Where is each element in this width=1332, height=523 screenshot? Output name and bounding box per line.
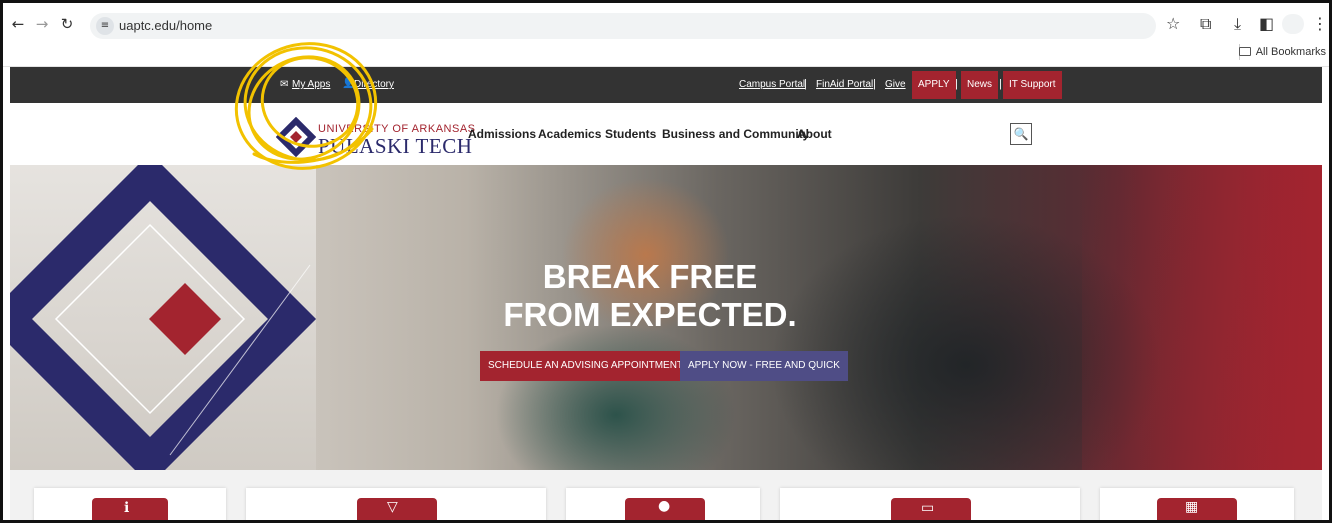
hero-title-line-2: FROM EXPECTED. xyxy=(503,296,797,333)
site-settings-icon[interactable]: ≡ xyxy=(96,17,114,35)
separator: | xyxy=(999,78,1002,90)
give-link[interactable]: Give xyxy=(885,79,906,90)
finaid-portal-link[interactable]: FinAid Portal xyxy=(816,79,873,90)
hero-red-accent xyxy=(1082,165,1322,470)
my-apps-link[interactable]: My Apps xyxy=(292,79,330,90)
mail-icon: ✉ xyxy=(280,79,289,90)
all-bookmarks-label: All Bookmarks xyxy=(1255,46,1326,58)
extensions-icon[interactable]: ⧉ xyxy=(1200,14,1211,34)
nav-academics[interactable]: Academics xyxy=(538,127,601,141)
laptop-icon: ▭ xyxy=(891,498,971,523)
search-icon[interactable]: 🔍 xyxy=(1010,123,1032,145)
download-icon[interactable]: ⤓ xyxy=(1234,14,1241,34)
back-icon[interactable]: ← xyxy=(9,15,27,33)
book-icon: ▽ xyxy=(357,498,437,523)
all-bookmarks-button[interactable]: All Bookmarks xyxy=(1238,46,1326,58)
hero-title: BREAK FREE FROM EXPECTED. xyxy=(450,258,850,334)
nav-students[interactable]: Students xyxy=(605,127,656,141)
schedule-advising-button[interactable]: SCHEDULE AN ADVISING APPOINTMENT xyxy=(480,351,692,381)
utility-bar xyxy=(10,67,1322,103)
folder-icon xyxy=(1238,47,1251,56)
side-panel-icon[interactable]: ◧ xyxy=(1259,14,1274,34)
profile-avatar[interactable] xyxy=(1282,14,1304,34)
separator: | xyxy=(955,78,958,90)
reload-icon[interactable]: ↻ xyxy=(58,15,76,33)
address-bar[interactable]: ≡ uaptc.edu/home xyxy=(90,13,1156,39)
logo-line-pulaski-tech[interactable]: PULASKI TECH xyxy=(318,134,472,159)
apply-button[interactable]: APPLY xyxy=(912,71,956,99)
calendar-icon: ▦ xyxy=(1157,498,1237,523)
nav-business-and-community[interactable]: Business and Community xyxy=(662,127,809,141)
it-support-button[interactable]: IT Support xyxy=(1003,71,1062,99)
money-bag-icon: ● xyxy=(625,498,705,523)
forward-icon[interactable]: → xyxy=(33,15,51,33)
directory-link[interactable]: Directory xyxy=(354,79,394,90)
browser-toolbar: ← → ↻ ≡ uaptc.edu/home ☆ ⧉ ⤓ ◧ ⋮ All Boo… xyxy=(0,0,1332,67)
hero-banner: BREAK FREE FROM EXPECTED. SCHEDULE AN AD… xyxy=(10,165,1322,470)
menu-icon[interactable]: ⋮ xyxy=(1312,14,1328,34)
news-button[interactable]: News xyxy=(961,71,999,99)
hero-diamond-graphic xyxy=(10,165,317,470)
bookmark-star-icon[interactable]: ☆ xyxy=(1166,14,1180,34)
logo-diamond-icon[interactable] xyxy=(276,117,316,157)
hero-title-line-1: BREAK FREE xyxy=(542,258,758,295)
nav-about[interactable]: About xyxy=(797,127,832,141)
info-icon: ℹ xyxy=(92,498,168,523)
separator: | xyxy=(804,78,807,90)
campus-portal-link[interactable]: Campus Portal xyxy=(739,79,805,90)
url-text[interactable]: uaptc.edu/home xyxy=(119,18,212,33)
apply-now-button[interactable]: APPLY NOW - FREE AND QUICK xyxy=(680,351,848,381)
separator: | xyxy=(873,78,876,90)
nav-admissions[interactable]: Admissions xyxy=(468,127,536,141)
person-icon: 👤 xyxy=(342,78,355,89)
